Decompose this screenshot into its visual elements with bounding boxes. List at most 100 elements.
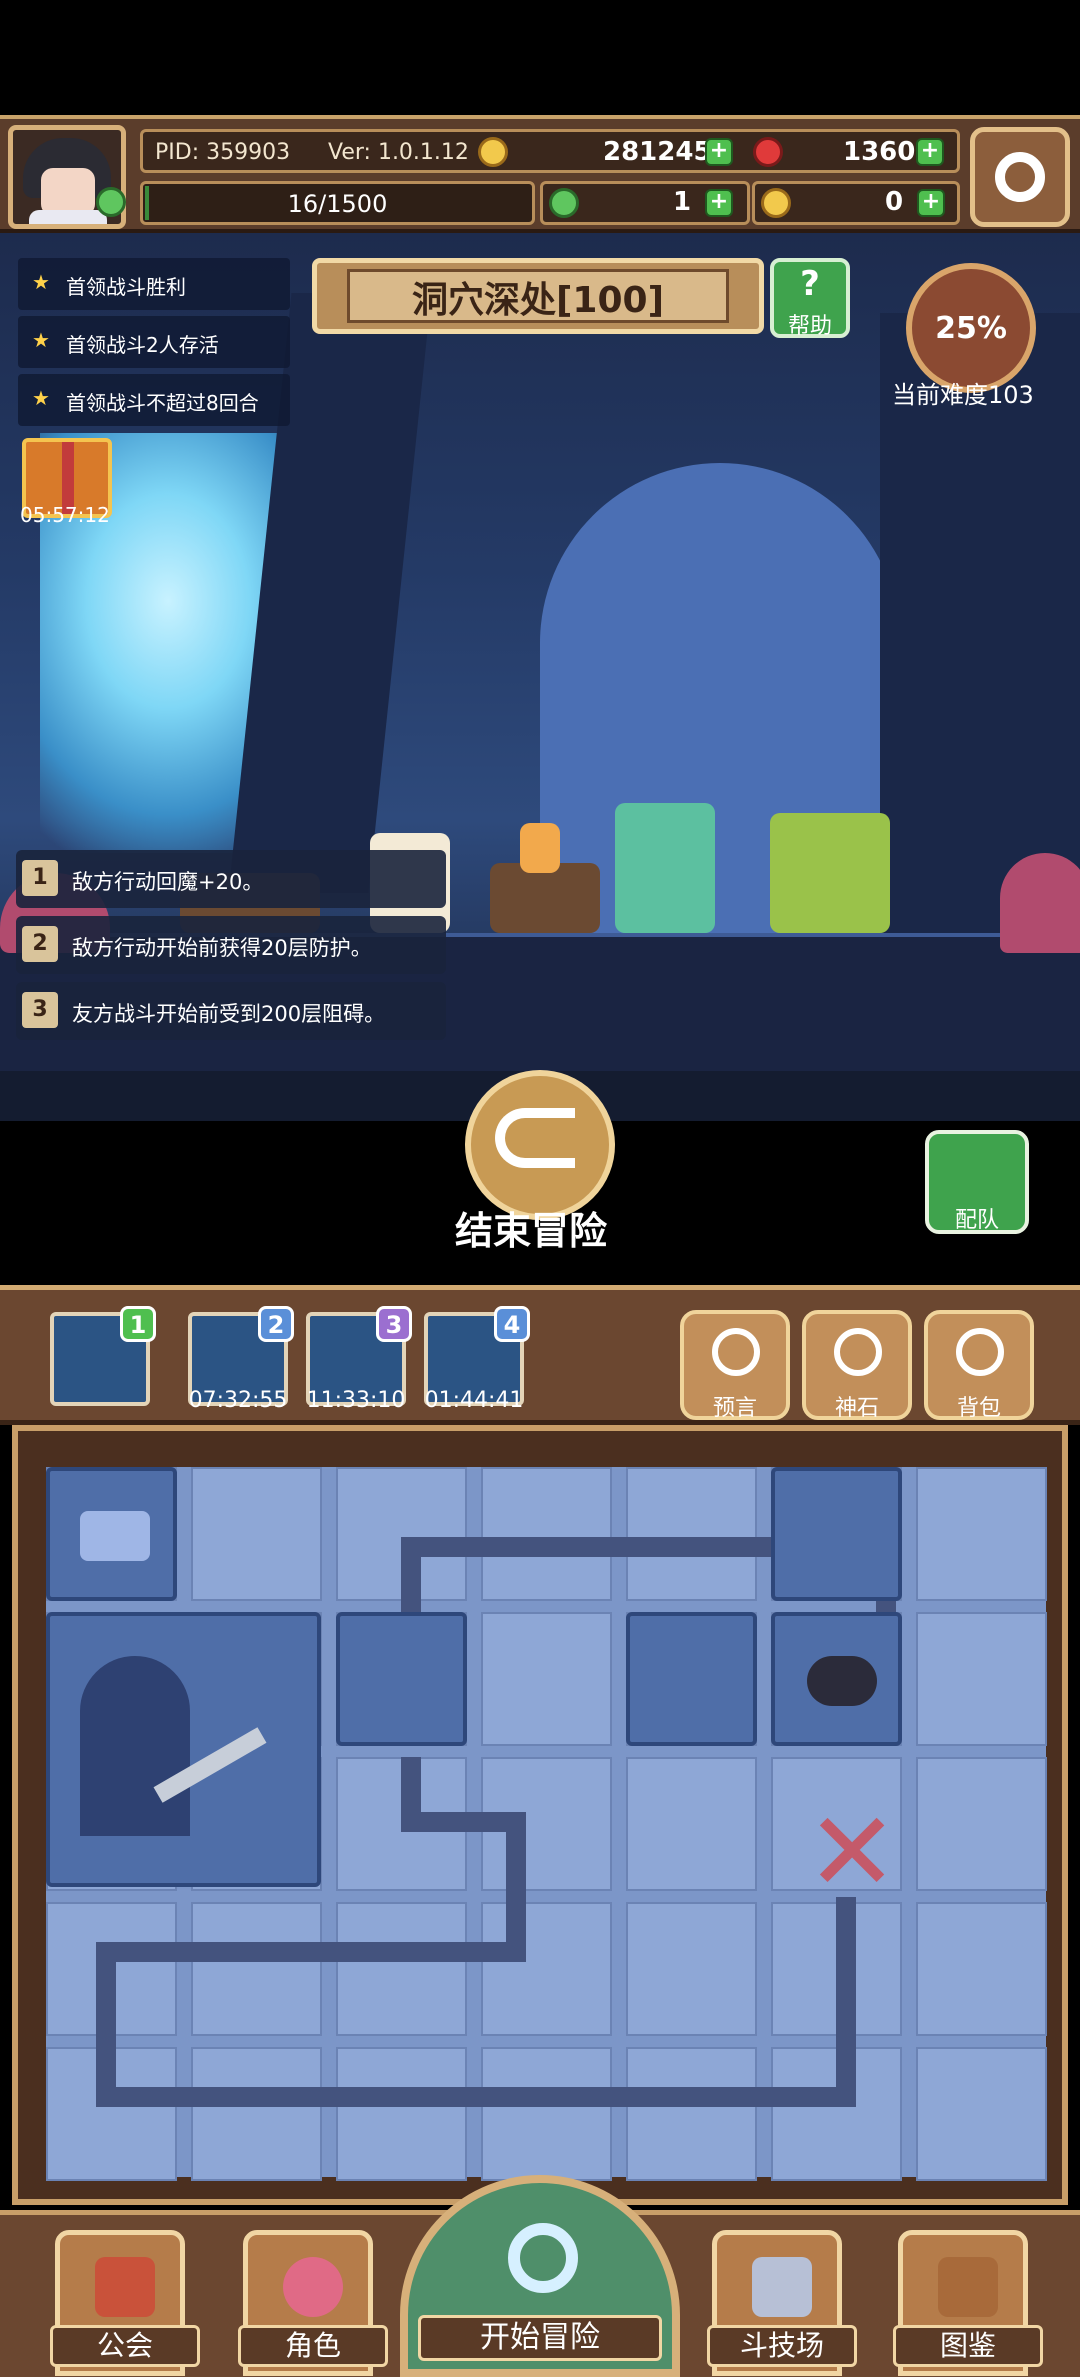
effect-item: 2 敌方行动开始前获得20层防护。 [16,916,446,974]
prophecy-icon [712,1328,760,1376]
slot-timer: 11:33:10 [306,1388,406,1413]
item-slot-1[interactable]: 1 [50,1306,156,1406]
lantern-icon [520,823,560,873]
map-cell[interactable] [191,1467,322,1601]
map-cell[interactable] [626,1902,757,2036]
effect-number: 1 [22,860,58,896]
map-cell[interactable] [481,1467,612,1601]
crossed-swords-icon [752,2257,812,2317]
map-tile-unexplored[interactable] [771,1467,902,1601]
effect-text: 敌方行动回魔+20。 [72,870,264,894]
map-cell[interactable] [916,1902,1047,2036]
team-button[interactable]: 配队 [925,1130,1029,1234]
quest-label: 首领战斗胜利 [66,275,186,299]
bag-icon [956,1328,1004,1376]
map-tile-boss[interactable] [46,1612,321,1887]
map-tile-unexplored[interactable] [626,1612,757,1746]
gold-coin-icon [478,137,508,167]
guild-icon [95,2257,155,2317]
team-label: 配队 [954,1208,999,1233]
version-label: Ver: 1.0.1.12 [328,140,469,165]
gift-timer: 05:57:12 [20,503,110,527]
quest-list: ★ 首领战斗胜利 ★ 首领战斗2人存活 ★ 首领战斗不超过8回合 [18,258,290,432]
effect-item: 1 敌方行动回魔+20。 [16,850,446,908]
bag-label: 背包 [956,1396,1001,1421]
star-icon: ★ [32,328,50,352]
quest-item: ★ 首领战斗不超过8回合 [18,374,290,426]
map-cell[interactable] [336,1902,467,2036]
pid-label: PID: 359903 [155,140,291,165]
nav-label: 角色 [238,2325,388,2367]
effect-number: 3 [22,992,58,1028]
map-cell[interactable] [916,1612,1047,1746]
key-value: 0 [885,187,904,217]
godstone-button[interactable]: 神石 [802,1310,912,1421]
top-hud: PID: 359903 Ver: 1.0.1.12 281245 + 1360 … [0,115,1080,233]
map-cell[interactable] [626,2047,757,2181]
map-cell[interactable] [626,1757,757,1891]
map-cell[interactable] [481,2047,612,2181]
cauldron-icon [807,1656,877,1706]
map-tile-unexplored[interactable] [336,1612,467,1746]
stage-title: 洞穴深处[100] [411,280,665,321]
chest-icon [80,1511,150,1561]
return-arrow-icon [495,1108,575,1168]
nav-label: 图鉴 [893,2325,1043,2367]
map-cell[interactable] [916,2047,1047,2181]
gear-icon [995,152,1045,202]
help-button[interactable]: ? 帮助 [770,258,850,339]
effect-item: 3 友方战斗开始前受到200层阻碍。 [16,982,446,1040]
quest-label: 首领战斗不超过8回合 [66,391,259,415]
slot-badge: 1 [120,1306,156,1342]
map-cell[interactable] [481,1902,612,2036]
map-cell[interactable] [191,2047,322,2181]
effect-list: 1 敌方行动回魔+20。 2 敌方行动开始前获得20层防护。 3 友方战斗开始前受到2… [16,850,446,1048]
stamina-bar: 16/1500 [140,181,535,225]
map-cell[interactable] [336,2047,467,2181]
prophecy-button[interactable]: 预言 [680,1310,790,1421]
add-gold-button[interactable]: + [705,138,733,166]
map-cell[interactable] [626,1467,757,1601]
dungeon-map: ✕ [12,1425,1068,2205]
map-cell[interactable] [916,1757,1047,1891]
add-clover-button[interactable]: + [705,189,733,217]
bag-button[interactable]: 背包 [924,1310,1034,1421]
path-line [836,1897,856,2107]
info-row: PID: 359903 Ver: 1.0.1.12 281245 + 1360 … [140,129,960,173]
effect-text: 敌方行动开始前获得20层防护。 [72,936,372,960]
gem-value: 1360 [843,137,916,167]
effect-number: 2 [22,926,58,962]
red-gem-icon [753,137,783,167]
slot-timer: 07:32:55 [188,1388,288,1413]
settings-button[interactable] [970,127,1070,227]
nav-arena[interactable]: 斗技场 [707,2230,857,2376]
nav-character[interactable]: 角色 [238,2230,388,2376]
star-icon: ★ [32,386,50,410]
add-gem-button[interactable]: + [916,138,944,166]
clover-box: 1 + [540,181,750,225]
map-cell[interactable] [916,1467,1047,1601]
map-tile-chest[interactable] [46,1467,177,1601]
add-key-button[interactable]: + [917,189,945,217]
slot-badge: 4 [494,1306,530,1342]
nav-adventure[interactable]: 开始冒险 [400,2175,680,2377]
nav-guild[interactable]: 公会 [50,2230,200,2376]
stamina-leaf-icon [96,187,126,217]
map-tile-cauldron[interactable] [771,1612,902,1746]
nav-label: 斗技场 [707,2325,857,2367]
mushroom [1000,853,1080,953]
difficulty-label: 当前难度103 [892,381,1034,409]
slot-badge: 2 [258,1306,294,1342]
archway-icon [80,1656,190,1836]
path-line [96,1942,116,2102]
resource-row: 16/1500 1 + 0 + [96,181,960,225]
hero-character [615,803,715,933]
quest-item: ★ 首领战斗2人存活 [18,316,290,368]
x-mark-icon: ✕ [806,1788,899,1916]
book-icon [938,2257,998,2317]
nav-codex[interactable]: 图鉴 [893,2230,1043,2376]
map-grid: ✕ [46,1467,1047,2181]
question-icon: ? [800,264,820,304]
map-cell[interactable] [481,1612,612,1746]
map-cell[interactable] [191,1902,322,2036]
